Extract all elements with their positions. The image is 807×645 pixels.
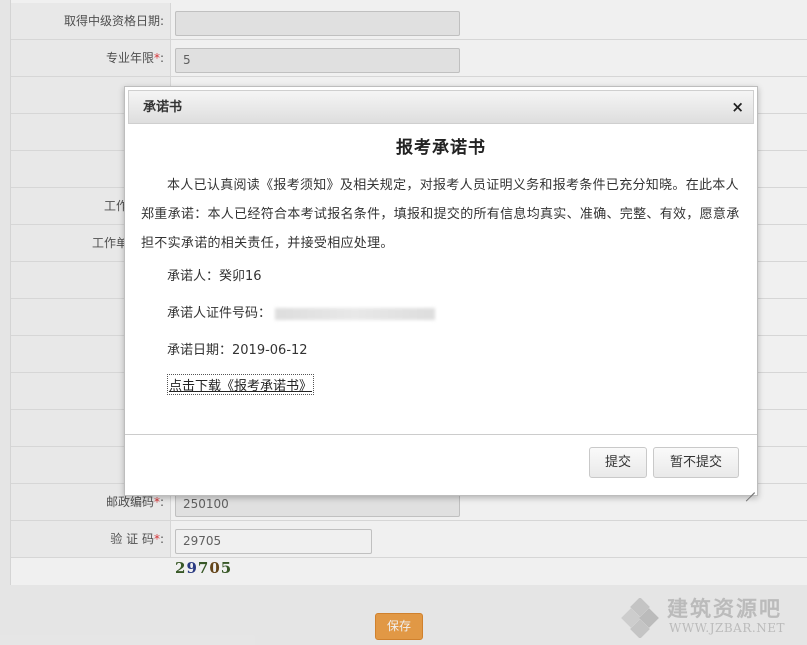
document-title: 报考承诺书	[396, 138, 486, 158]
dialog-title: 承诺书	[143, 100, 183, 115]
promisor-value: 癸卯16	[219, 269, 262, 284]
skip-submit-button[interactable]: 暂不提交	[653, 447, 739, 478]
site-watermark: 建筑资源吧 WWW.JZBAR.NET	[621, 593, 801, 641]
commitment-text: 本人已认真阅读《报考须知》及相关规定，对报考人员证明义务和报考条件已充分知晓。在…	[141, 178, 740, 251]
date-label: 承诺日期：	[167, 343, 233, 358]
dialog-header[interactable]: 承诺书 ×	[128, 90, 754, 124]
promisor-line: 承诺人：癸卯16	[167, 265, 262, 284]
resize-handle-icon[interactable]	[745, 483, 755, 493]
watermark-logo-icon	[621, 598, 659, 638]
watermark-text-cn: 建筑资源吧	[667, 597, 782, 621]
watermark-text-en: WWW.JZBAR.NET	[669, 621, 785, 635]
date-value: 2019-06-12	[232, 343, 308, 358]
submit-button[interactable]: 提交	[589, 447, 647, 478]
id-number-line: 承诺人证件号码：	[167, 302, 436, 321]
download-commitment-link[interactable]: 点击下载《报考承诺书》	[167, 374, 315, 395]
close-icon[interactable]: ×	[731, 91, 744, 124]
id-number-label: 承诺人证件号码：	[167, 306, 272, 321]
promisor-label: 承诺人：	[167, 269, 220, 284]
commitment-dialog: 承诺书 × 报考承诺书 本人已认真阅读《报考须知》及相关规定，对报考人员证明义务…	[124, 86, 758, 496]
dialog-divider	[125, 434, 757, 435]
id-number-redacted	[275, 307, 436, 320]
date-line: 承诺日期：2019-06-12	[167, 339, 308, 358]
